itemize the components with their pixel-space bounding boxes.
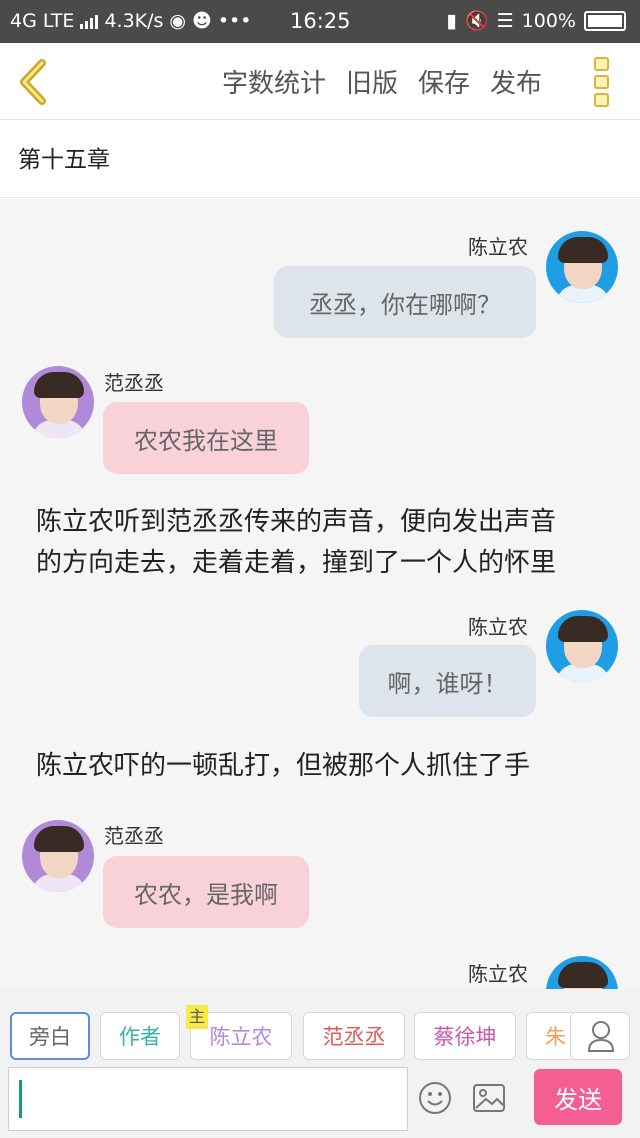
message-bubble[interactable]: 丞丞，你在哪啊？ bbox=[274, 266, 536, 338]
toolbar-actions: 字数统计 旧版 保存 发布 bbox=[222, 63, 542, 100]
main-character-badge: 主 bbox=[186, 1005, 208, 1029]
battery-percent: 100% bbox=[521, 9, 576, 32]
input-bar: 发送 bbox=[0, 1065, 640, 1138]
image-button[interactable] bbox=[472, 1082, 506, 1114]
message-bubble[interactable]: 农农我在这里 bbox=[103, 402, 309, 474]
avatar[interactable] bbox=[546, 956, 618, 989]
editor-toolbar: 字数统计 旧版 保存 发布 bbox=[0, 43, 640, 120]
chapter-title-bar[interactable]: 第十五章 bbox=[0, 120, 640, 198]
back-button[interactable] bbox=[14, 57, 54, 107]
image-icon bbox=[473, 1084, 505, 1112]
weibo-icon: ◉ bbox=[169, 10, 187, 32]
mute-icon: 🔇 bbox=[464, 10, 489, 32]
signal-icon bbox=[80, 13, 99, 29]
status-left: 4G LTE 4.3K/s ◉ ☻ ••• bbox=[10, 10, 251, 32]
narration-line: 的方向走去，走着走着，撞到了一个人的怀里 bbox=[36, 548, 557, 578]
publish-button[interactable]: 发布 bbox=[490, 63, 542, 100]
speaker-name: 陈立农 bbox=[468, 235, 528, 259]
battery-saver-icon: ▮ bbox=[446, 9, 457, 32]
user-icon bbox=[587, 1021, 615, 1052]
speaker-name: 陈立农 bbox=[468, 615, 528, 639]
word-count-button[interactable]: 字数统计 bbox=[222, 63, 326, 100]
save-button[interactable]: 保存 bbox=[418, 63, 470, 100]
message-bubble[interactable]: 啊，谁呀！ bbox=[359, 645, 536, 717]
add-role-button[interactable] bbox=[570, 1012, 630, 1060]
wifi-icon: ☰ bbox=[496, 9, 514, 32]
chapter-title: 第十五章 bbox=[18, 147, 110, 173]
narration-line: 陈立农听到范丞丞传来的声音，便向发出声音 bbox=[36, 507, 557, 537]
network-type: 4G LTE bbox=[10, 10, 75, 32]
avatar[interactable] bbox=[546, 610, 618, 682]
speaker-name: 范丞丞 bbox=[104, 371, 164, 395]
message-bubble[interactable]: 农农，是我啊 bbox=[103, 856, 309, 928]
message-input[interactable] bbox=[8, 1067, 408, 1131]
role-chip-fan-chengcheng[interactable]: 范丞丞 bbox=[303, 1012, 405, 1060]
chevron-left-icon bbox=[20, 59, 46, 105]
send-button[interactable]: 发送 bbox=[534, 1069, 622, 1125]
speaker-name: 陈立农 bbox=[468, 962, 528, 986]
role-chip-narration[interactable]: 旁白 bbox=[10, 1012, 90, 1060]
clock: 16:25 bbox=[290, 9, 351, 33]
qq-icon: ☻ bbox=[192, 10, 212, 32]
narration-text[interactable]: 陈立农听到范丞丞传来的声音，便向发出声音 的方向走去，走着走着，撞到了一个人的怀… bbox=[36, 502, 556, 584]
more-menu-icon[interactable] bbox=[594, 57, 614, 107]
more-notifications: ••• bbox=[217, 10, 252, 32]
avatar[interactable] bbox=[22, 366, 94, 438]
narration-text[interactable]: 陈立农吓的一顿乱打，但被那个人抓住了手 bbox=[36, 746, 530, 787]
role-selector: 旁白 作者 陈立农 主 范丞丞 蔡徐坤 朱 bbox=[0, 989, 640, 1065]
battery-icon bbox=[584, 10, 626, 31]
narration-line: 陈立农吓的一顿乱打，但被那个人抓住了手 bbox=[36, 751, 531, 781]
avatar[interactable] bbox=[22, 820, 94, 892]
chat-content[interactable]: 陈立农 丞丞，你在哪啊？ 范丞丞 农农我在这里 陈立农听到范丞丞传来的声音，便向… bbox=[0, 199, 640, 989]
emoji-icon bbox=[419, 1082, 451, 1114]
text-caret bbox=[19, 1080, 22, 1118]
avatar[interactable] bbox=[546, 231, 618, 303]
network-speed: 4.3K/s bbox=[104, 10, 164, 32]
speaker-name: 范丞丞 bbox=[104, 824, 164, 848]
status-right: ▮ 🔇 ☰ 100% bbox=[446, 9, 626, 32]
old-version-button[interactable]: 旧版 bbox=[346, 63, 398, 100]
status-bar: 4G LTE 4.3K/s ◉ ☻ ••• 16:25 ▮ 🔇 ☰ 100% bbox=[0, 0, 640, 43]
role-chip-cai-xukun[interactable]: 蔡徐坤 bbox=[414, 1012, 516, 1060]
role-chip-author[interactable]: 作者 bbox=[100, 1012, 180, 1060]
emoji-button[interactable] bbox=[418, 1081, 452, 1115]
